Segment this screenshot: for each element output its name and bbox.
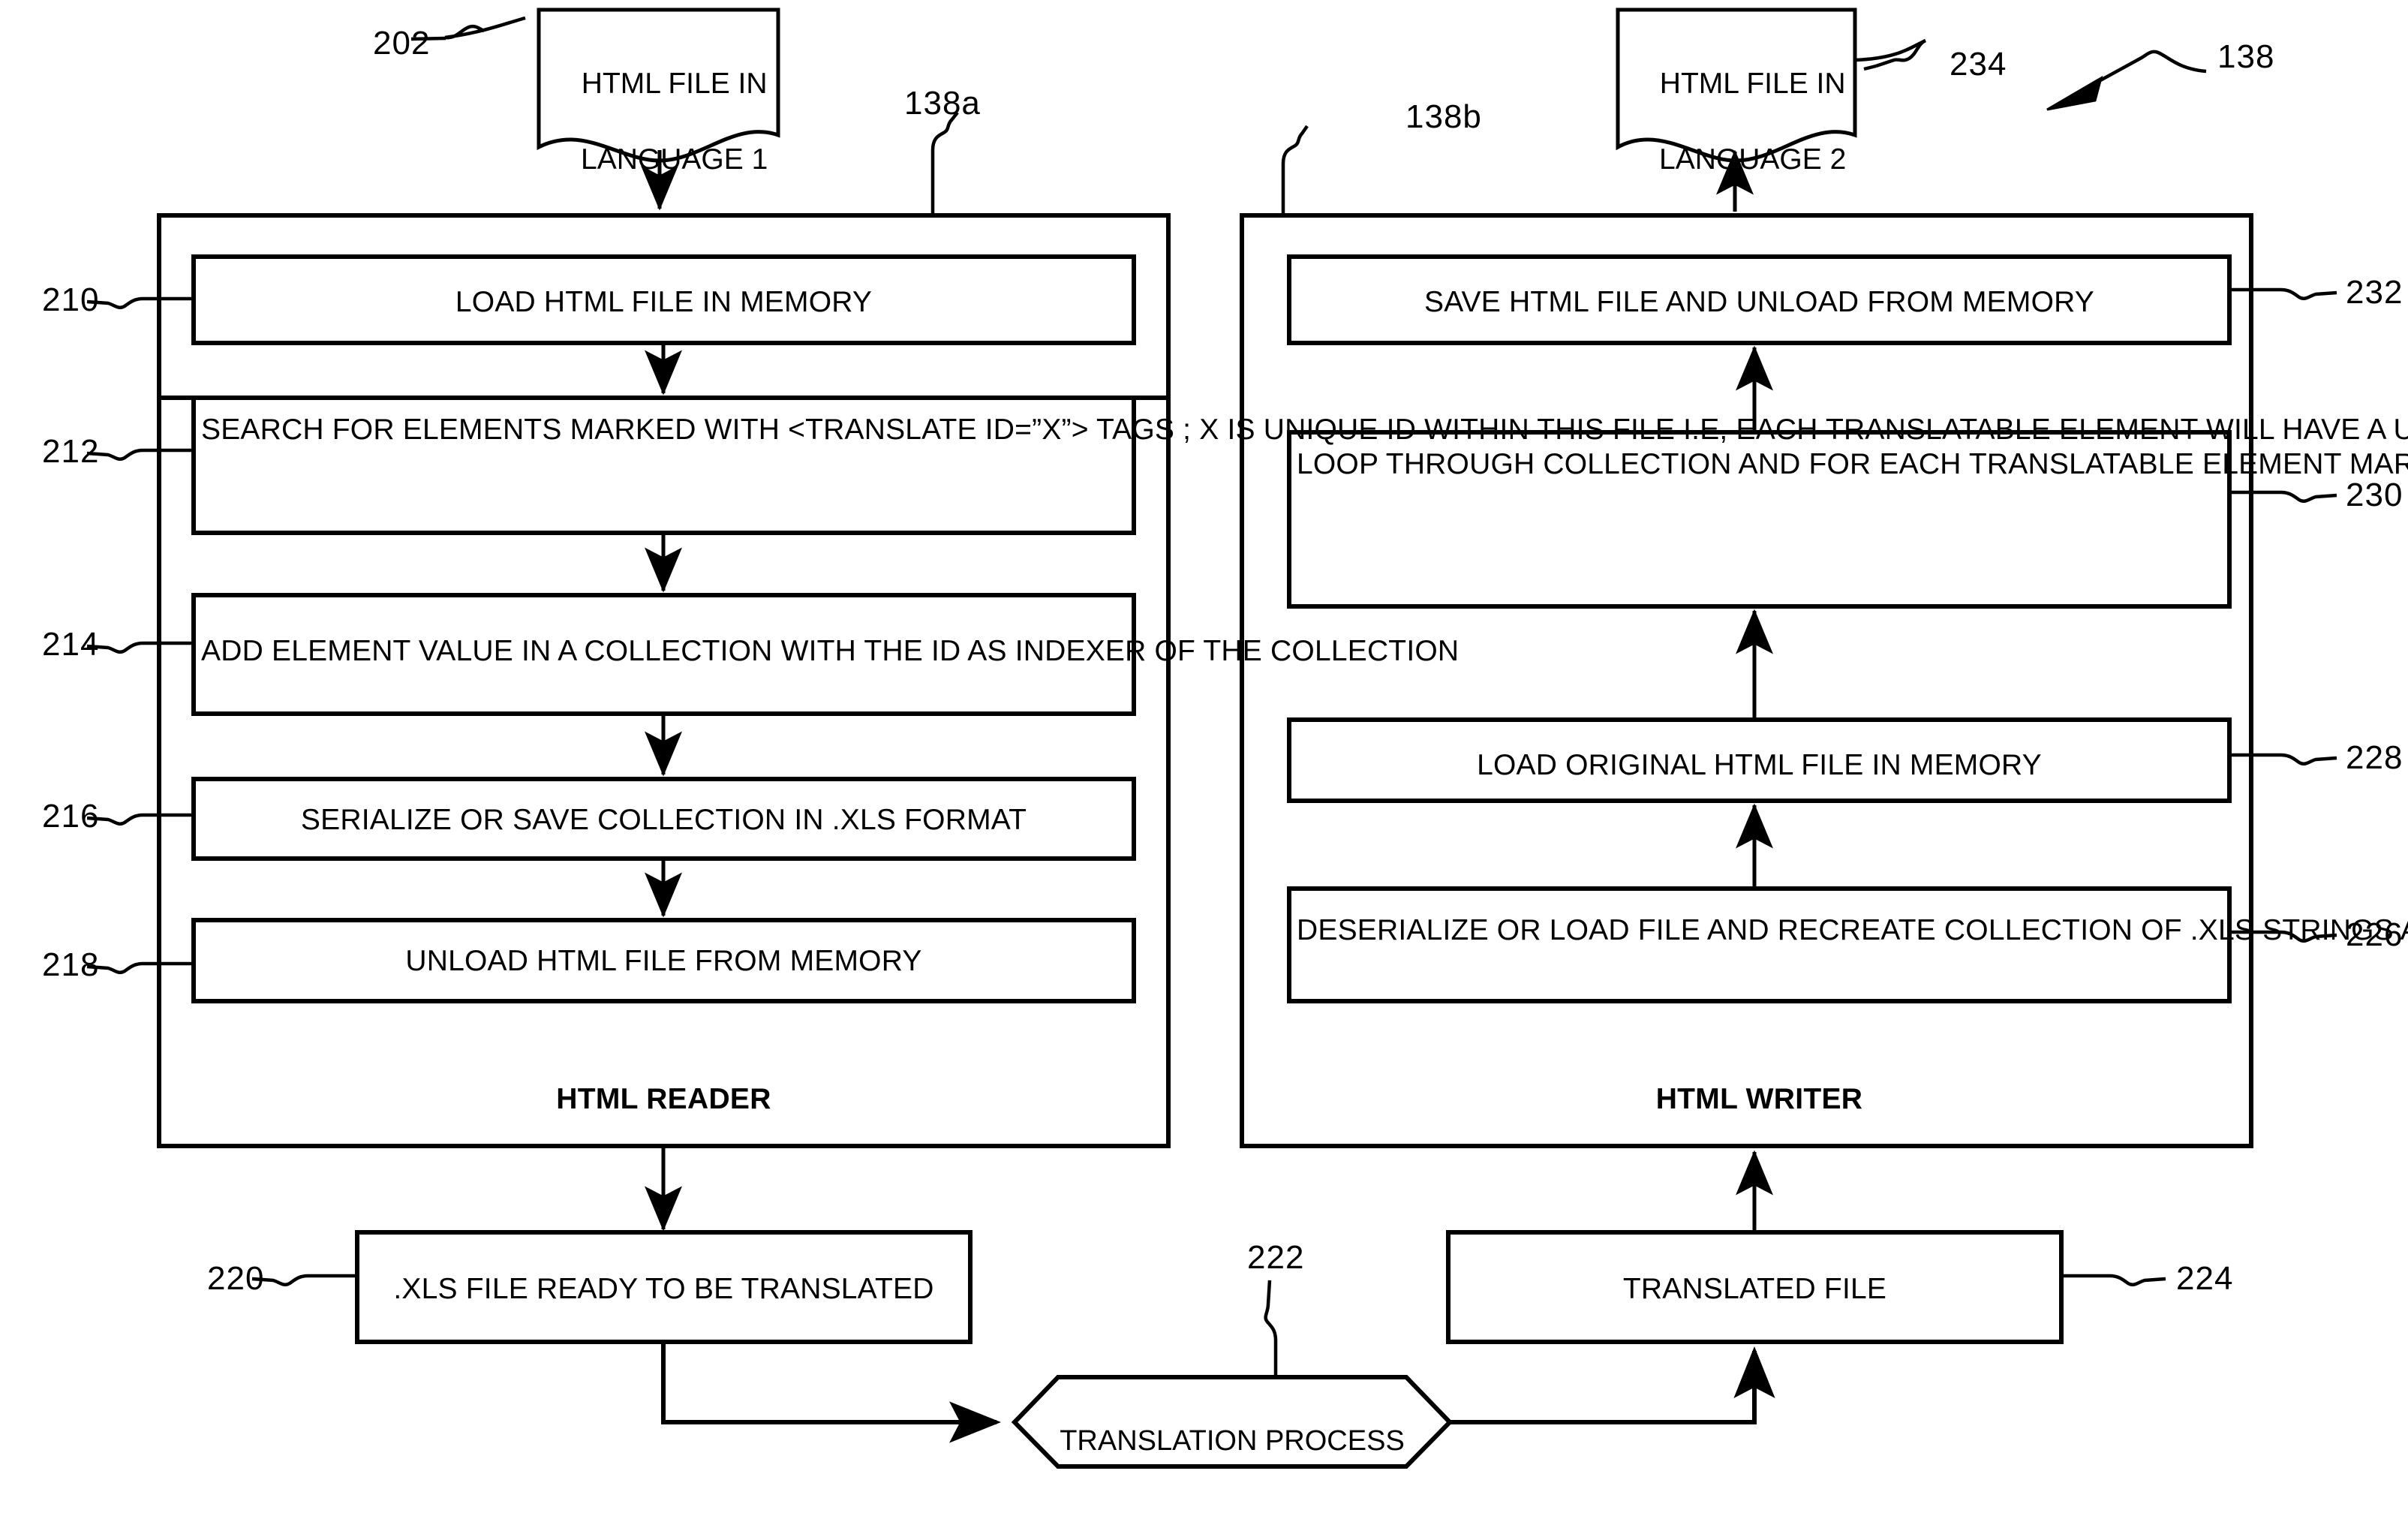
leader-line-224 [2061,1274,2166,1287]
input-document-label: HTML FILE IN LANGUAGE 1 [542,27,774,217]
step-label-232: SAVE HTML FILE AND UNLOAD FROM MEMORY [1424,286,2094,318]
ref-number-138: 138 [2217,38,2275,75]
step-label-216: SERIALIZE OR SAVE COLLECTION IN .XLS FOR… [300,804,1027,836]
step-label-218: UNLOAD HTML FILE FROM MEMORY [405,945,922,977]
step-label-212: SEARCH FOR ELEMENTS MARKED WITH <TRANSLA… [201,414,2408,446]
ref-number-232: 232 [2346,274,2403,311]
connector-translation-to-translated [1450,1346,1775,1424]
ref-number-226: 226 [2346,916,2403,953]
leader-line-138b [1281,125,1309,215]
ref-number-224: 224 [2176,1260,2234,1297]
ref-number-212: 212 [42,433,100,470]
ref-number-138a: 138a [904,85,981,122]
leader-lines-writer-refs [2229,287,2337,943]
ref-number-222: 222 [1247,1239,1305,1276]
ref-number-214: 214 [42,626,100,663]
leader-line-138 [2092,50,2207,86]
xls-file-label: .XLS FILE READY TO BE TRANSLATED [393,1273,934,1305]
ref-number-220: 220 [207,1260,265,1297]
html-reader-section-label: HTML READER [556,1083,771,1115]
input-doc-line2: LANGUAGE 1 [581,143,768,176]
ref-number-234: 234 [1950,46,2007,83]
step-label-230: LOOP THROUGH COLLECTION AND FOR EACH TRA… [1297,448,2408,480]
ref-number-218: 218 [42,946,100,983]
output-doc-line1: HTML FILE IN [1659,67,1846,100]
html-writer-section-label: HTML WRITER [1655,1083,1863,1115]
ref-number-230: 230 [2346,477,2403,513]
ref-number-228: 228 [2346,739,2403,776]
input-doc-line1: HTML FILE IN [581,67,768,100]
patent-figure-canvas: HTML FILE IN LANGUAGE 1 202 HTML FILE IN… [0,0,2408,1525]
leader-line-222 [1264,1280,1278,1377]
step-label-228: LOAD ORIGINAL HTML FILE IN MEMORY [1477,749,2042,781]
step-label-214: ADD ELEMENT VALUE IN A COLLECTION WITH T… [201,635,1460,667]
ref-number-210: 210 [42,281,100,318]
output-doc-line2: LANGUAGE 2 [1659,143,1847,176]
ref-number-138b: 138b [1405,98,1482,135]
ref-number-202: 202 [373,25,431,62]
translation-process-label: TRANSLATION PROCESS [1060,1425,1405,1457]
output-document-label: HTML FILE IN LANGUAGE 2 [1621,27,1852,217]
html-writer-container [1240,213,2253,1148]
leader-line-138a [930,111,959,215]
connector-xls-to-translation [661,1342,1001,1443]
translated-file-label: TRANSLATED FILE [1622,1273,1887,1305]
step-label-226: DESERIALIZE OR LOAD FILE AND RECREATE CO… [1297,914,2408,946]
ref-number-216: 216 [42,798,100,835]
leader-line-220 [251,1274,357,1287]
step-label-210: LOAD HTML FILE IN MEMORY [455,286,873,318]
